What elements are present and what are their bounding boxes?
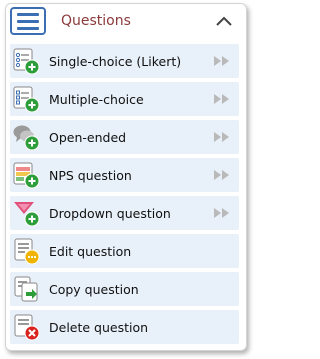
double-arrow-right-icon [214, 208, 229, 218]
multiple-choice-add-icon [13, 86, 40, 113]
menu-item-label: Delete question [49, 320, 149, 335]
speech-bubbles-add-icon [13, 125, 40, 151]
menu-item-label: NPS question [49, 168, 132, 183]
menu-item-delete-question[interactable]: Delete question [10, 310, 239, 344]
double-arrow-right-icon [214, 132, 229, 142]
menu-item-dropdown-question[interactable]: Dropdown question [10, 196, 239, 230]
menu-item-open-ended[interactable]: Open-ended [10, 120, 239, 154]
menu-item-label: Edit question [49, 244, 132, 259]
menu-item-copy-question[interactable]: Copy question [10, 272, 239, 306]
dropdown-add-icon [14, 202, 40, 227]
likert-add-icon [13, 48, 40, 75]
menu-item-label: Open-ended [49, 130, 127, 145]
menu-item-single-choice[interactable]: Single-choice (Likert) [10, 44, 239, 78]
nps-add-icon [13, 162, 40, 189]
menu-item-label: Dropdown question [49, 206, 171, 221]
delete-question-icon [14, 314, 40, 341]
questions-panel: Questions Single-choice (Likert) Multipl… [5, 3, 247, 351]
double-arrow-right-icon [214, 170, 229, 180]
chevron-up-icon[interactable] [216, 15, 232, 27]
double-arrow-right-icon [214, 94, 229, 104]
double-arrow-right-icon [214, 56, 229, 66]
menu-item-multiple-choice[interactable]: Multiple-choice [10, 82, 239, 116]
menu-item-nps-question[interactable]: NPS question [10, 158, 239, 192]
menu-item-label: Single-choice (Likert) [49, 54, 182, 69]
panel-header[interactable]: Questions [6, 4, 246, 40]
menu-item-edit-question[interactable]: Edit question [10, 234, 239, 268]
copy-question-icon [14, 276, 38, 302]
panel-title: Questions [61, 13, 131, 29]
list-icon [10, 7, 46, 35]
menu-item-label: Copy question [49, 282, 139, 297]
edit-question-icon [14, 238, 40, 265]
menu-item-label: Multiple-choice [49, 92, 144, 107]
question-menu-list: Single-choice (Likert) Multiple-choice O… [10, 44, 239, 348]
